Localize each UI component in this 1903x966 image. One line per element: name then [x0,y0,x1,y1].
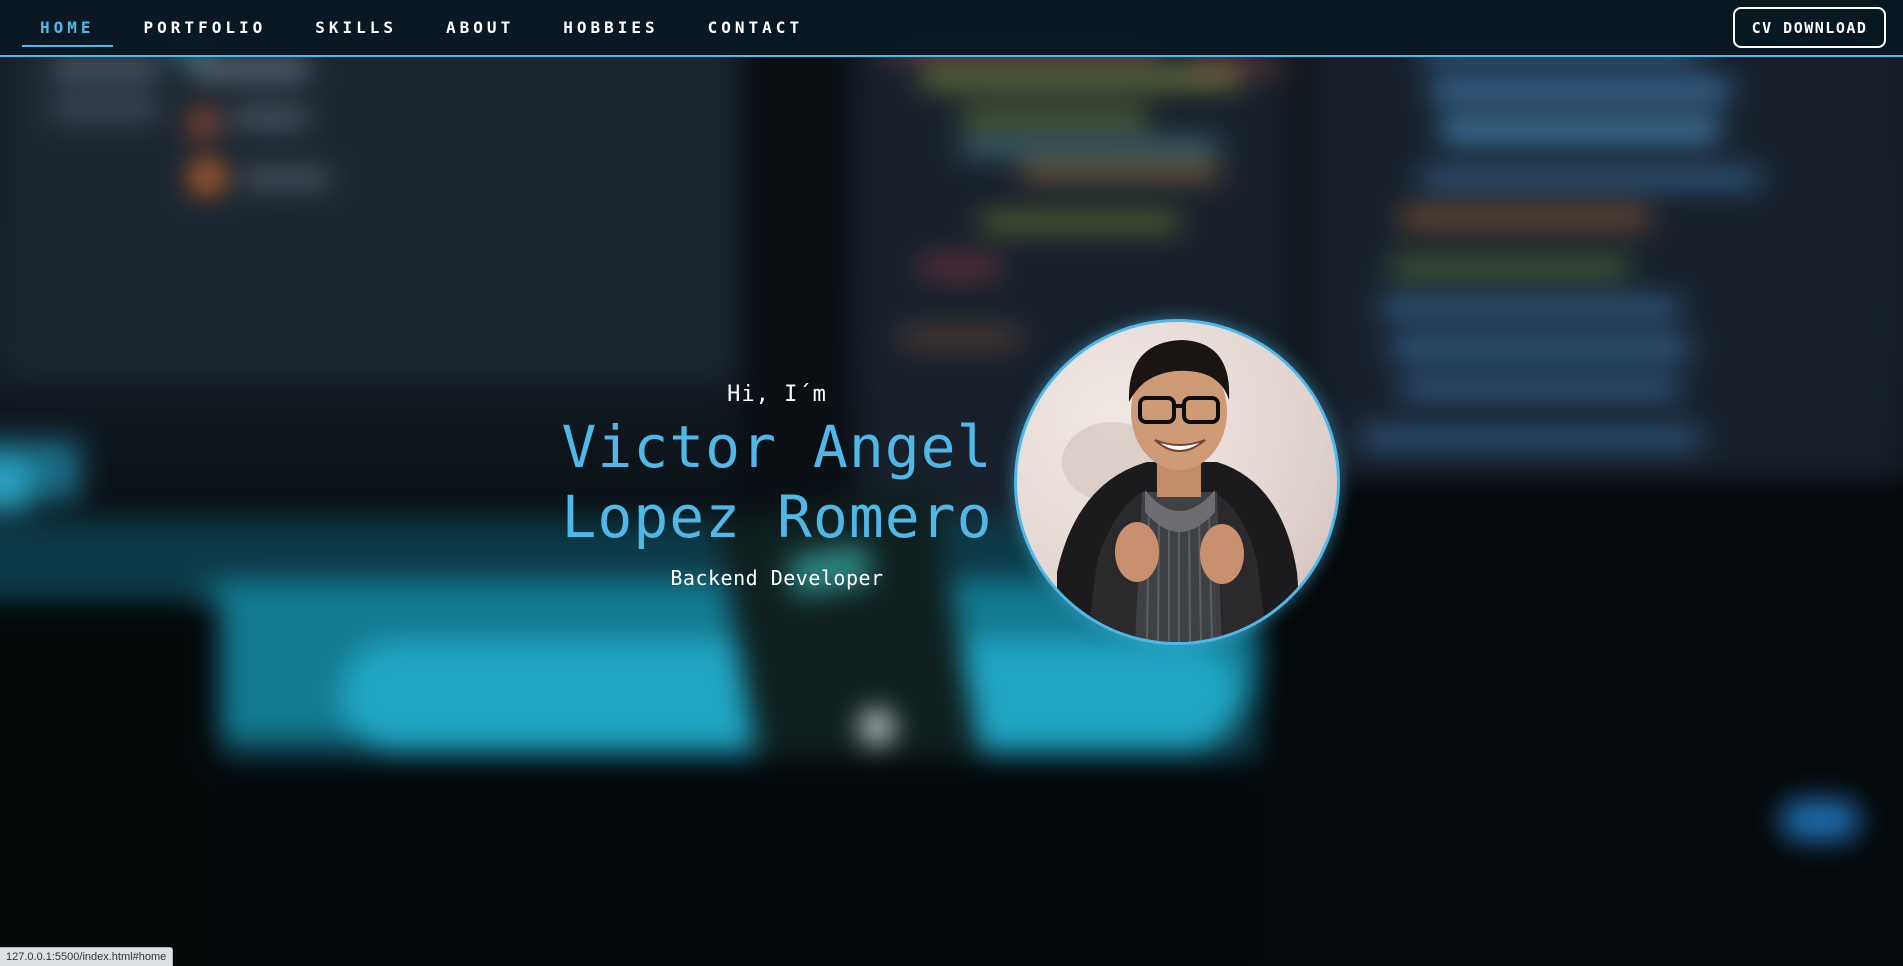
hero-role: Backend Developer [670,566,884,590]
profile-photo [1014,319,1340,645]
hero-name-line1: Victor Angel [561,413,993,481]
status-bar-url: 127.0.0.1:5500/index.html#home [0,947,174,966]
profile-photo-illustration [1057,340,1302,642]
nav-item-portfolio[interactable]: PORTFOLIO [126,9,285,47]
hero-name: Victor Angel Lopez Romero [540,412,1014,552]
top-navbar: HOME PORTFOLIO SKILLS ABOUT HOBBIES CONT… [0,0,1903,57]
nav-item-skills[interactable]: SKILLS [297,9,415,47]
nav-item-home[interactable]: HOME [22,9,113,47]
nav-item-hobbies[interactable]: HOBBIES [545,9,676,47]
hero-name-line2: Lopez Romero [561,483,993,551]
nav-item-contact[interactable]: CONTACT [690,9,821,47]
page: HOME PORTFOLIO SKILLS ABOUT HOBBIES CONT… [0,0,1903,966]
hero-greeting: Hi, I´m [727,382,827,407]
nav-links: HOME PORTFOLIO SKILLS ABOUT HOBBIES CONT… [22,0,834,55]
cv-download-button[interactable]: CV DOWNLOAD [1733,7,1886,48]
hero-intro: Hi, I´m Victor Angel Lopez Romero Backen… [540,378,1014,590]
nav-item-about[interactable]: ABOUT [428,9,532,47]
